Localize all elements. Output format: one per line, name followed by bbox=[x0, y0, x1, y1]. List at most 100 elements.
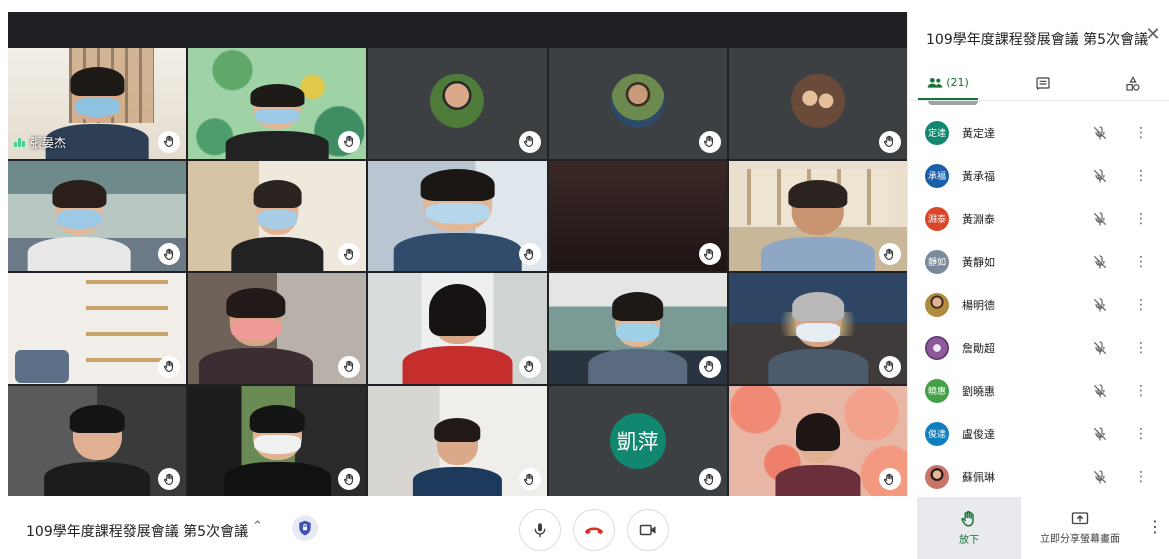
mic-off-icon[interactable] bbox=[1092, 340, 1108, 356]
participant-tile[interactable] bbox=[548, 273, 727, 384]
mic-off-icon[interactable] bbox=[1092, 297, 1108, 313]
more-vert-icon[interactable]: ⋮ bbox=[1134, 254, 1148, 270]
participant-row[interactable]: 曉惠 劉曉惠 ⋮ bbox=[908, 369, 1169, 412]
more-vert-icon[interactable]: ⋮ bbox=[1134, 426, 1148, 442]
participant-tile[interactable] bbox=[188, 160, 367, 271]
participant-tile[interactable] bbox=[728, 273, 907, 384]
raise-hand-icon bbox=[158, 355, 181, 378]
raise-hand-icon bbox=[878, 468, 901, 490]
microphone-icon bbox=[534, 523, 546, 538]
more-vert-icon[interactable]: ⋮ bbox=[1134, 211, 1148, 227]
raise-hand-icon bbox=[961, 510, 974, 527]
participant-tile[interactable] bbox=[188, 48, 367, 159]
raise-hand-icon bbox=[698, 243, 721, 265]
participant-tile[interactable] bbox=[728, 160, 907, 271]
raise-hand-icon bbox=[518, 130, 541, 153]
participant-tile[interactable] bbox=[548, 160, 727, 271]
mic-off-icon[interactable] bbox=[1092, 125, 1108, 141]
raise-hand-icon bbox=[698, 355, 721, 378]
participant-tile[interactable] bbox=[368, 48, 547, 159]
tab-people[interactable]: (21) bbox=[918, 67, 978, 101]
participants-panel: 109學年度課程發展會議 第5次會議 ✕ (21) 定達 黃定達 ⋮ 承福 黃承… bbox=[907, 12, 1169, 497]
camera-button[interactable] bbox=[627, 509, 669, 551]
more-vert-icon[interactable]: ⋮ bbox=[1134, 168, 1148, 184]
present-screen-icon bbox=[1071, 512, 1089, 525]
mic-off-icon[interactable] bbox=[1092, 211, 1108, 227]
participant-list: 定達 黃定達 ⋮ 承福 黃承福 ⋮ 淵泰 黃淵泰 ⋮ 靜如 黃靜如 ⋮ 楊明德 … bbox=[908, 111, 1169, 498]
participant-tile[interactable] bbox=[368, 160, 547, 271]
participant-tile[interactable]: 張晏杰 bbox=[8, 48, 187, 159]
raise-hand-icon bbox=[338, 355, 361, 378]
raise-hand-icon bbox=[518, 355, 541, 378]
participant-row[interactable]: 淵泰 黃淵泰 ⋮ bbox=[908, 197, 1169, 240]
participant-tile[interactable] bbox=[368, 385, 547, 496]
raise-hand-icon bbox=[698, 468, 721, 490]
mic-off-icon[interactable] bbox=[1092, 168, 1108, 184]
more-vert-icon[interactable]: ⋮ bbox=[1134, 297, 1148, 313]
participant-row[interactable]: 詹勛超 ⋮ bbox=[908, 326, 1169, 369]
participant-row[interactable]: 俊達 盧俊達 ⋮ bbox=[908, 412, 1169, 455]
participant-tile[interactable] bbox=[188, 385, 367, 496]
hang-up-icon bbox=[584, 527, 604, 535]
participant-tile[interactable] bbox=[8, 273, 187, 384]
participant-avatar bbox=[430, 74, 485, 129]
participant-name: 蘇佩琳 bbox=[962, 470, 995, 484]
participant-row[interactable]: 定達 黃定達 ⋮ bbox=[908, 111, 1169, 154]
participant-tile[interactable] bbox=[8, 160, 187, 271]
microphone-button[interactable] bbox=[519, 509, 561, 551]
participant-tile[interactable] bbox=[728, 385, 907, 496]
participant-initials-avatar: 凱萍 bbox=[609, 412, 666, 469]
avatar: 定達 bbox=[925, 120, 949, 145]
avatar: 淵泰 bbox=[925, 206, 949, 231]
meet-app: 張晏杰 凱萍 109學年度課程發展會議 第5次會議 ✕ (21) 定達 黃定達 … bbox=[0, 0, 1169, 559]
avatar: 承福 bbox=[925, 163, 949, 188]
close-icon[interactable]: ✕ bbox=[1143, 24, 1163, 45]
raise-hand-icon bbox=[158, 130, 181, 153]
participant-row[interactable]: 蘇佩琳 ⋮ bbox=[908, 455, 1169, 498]
participant-name: 黃承福 bbox=[962, 169, 995, 183]
raise-hand-icon bbox=[878, 130, 901, 153]
raise-hand-icon bbox=[878, 355, 901, 378]
raise-hand-icon bbox=[698, 130, 721, 153]
avatar bbox=[925, 292, 949, 317]
raise-hand-icon bbox=[518, 468, 541, 490]
more-vert-icon[interactable]: ⋮ bbox=[1145, 517, 1165, 536]
more-vert-icon[interactable]: ⋮ bbox=[1134, 383, 1148, 399]
participant-tile[interactable] bbox=[8, 385, 187, 496]
participant-row[interactable]: 承福 黃承福 ⋮ bbox=[908, 154, 1169, 197]
avatar bbox=[925, 464, 949, 489]
more-vert-icon[interactable]: ⋮ bbox=[1134, 469, 1148, 485]
participant-name: 詹勛超 bbox=[962, 341, 995, 355]
tab-activities[interactable] bbox=[1108, 67, 1158, 101]
mic-off-icon[interactable] bbox=[1092, 426, 1108, 442]
more-vert-icon[interactable]: ⋮ bbox=[1134, 340, 1148, 356]
participant-row[interactable]: 靜如 黃靜如 ⋮ bbox=[908, 240, 1169, 283]
participant-tile[interactable] bbox=[548, 48, 727, 159]
mic-off-icon[interactable] bbox=[1092, 254, 1108, 270]
more-vert-icon[interactable]: ⋮ bbox=[1134, 125, 1148, 141]
participant-name: 盧俊達 bbox=[962, 427, 995, 441]
lower-hand-label: 放下 bbox=[959, 535, 979, 546]
avatar: 俊達 bbox=[925, 421, 949, 446]
hang-up-button[interactable] bbox=[573, 509, 615, 551]
people-icon bbox=[927, 77, 943, 88]
participant-tile[interactable] bbox=[728, 48, 907, 159]
lower-hand-button[interactable]: 放下 bbox=[917, 497, 1021, 559]
meeting-title[interactable]: 109學年度課程發展會議 第5次會議 bbox=[26, 521, 248, 541]
participant-tile[interactable] bbox=[188, 273, 367, 384]
participant-tile[interactable]: 凱萍 bbox=[548, 385, 727, 496]
participant-tile[interactable] bbox=[368, 273, 547, 384]
activities-icon bbox=[1126, 76, 1140, 91]
avatar bbox=[925, 335, 949, 360]
present-screen-button[interactable]: 立即分享螢幕畫面 bbox=[1021, 497, 1139, 559]
participant-name: 楊明德 bbox=[962, 298, 995, 312]
shield-icon[interactable] bbox=[292, 515, 318, 541]
raise-hand-icon bbox=[518, 243, 541, 265]
mic-off-icon[interactable] bbox=[1092, 383, 1108, 399]
video-grid: 張晏杰 凱萍 bbox=[8, 48, 907, 496]
participant-row[interactable]: 楊明德 ⋮ bbox=[908, 283, 1169, 326]
raise-hand-icon bbox=[338, 130, 361, 153]
chevron-up-icon[interactable]: ⌃ bbox=[252, 519, 263, 534]
mic-off-icon[interactable] bbox=[1092, 469, 1108, 485]
tab-chat[interactable] bbox=[1018, 67, 1068, 101]
